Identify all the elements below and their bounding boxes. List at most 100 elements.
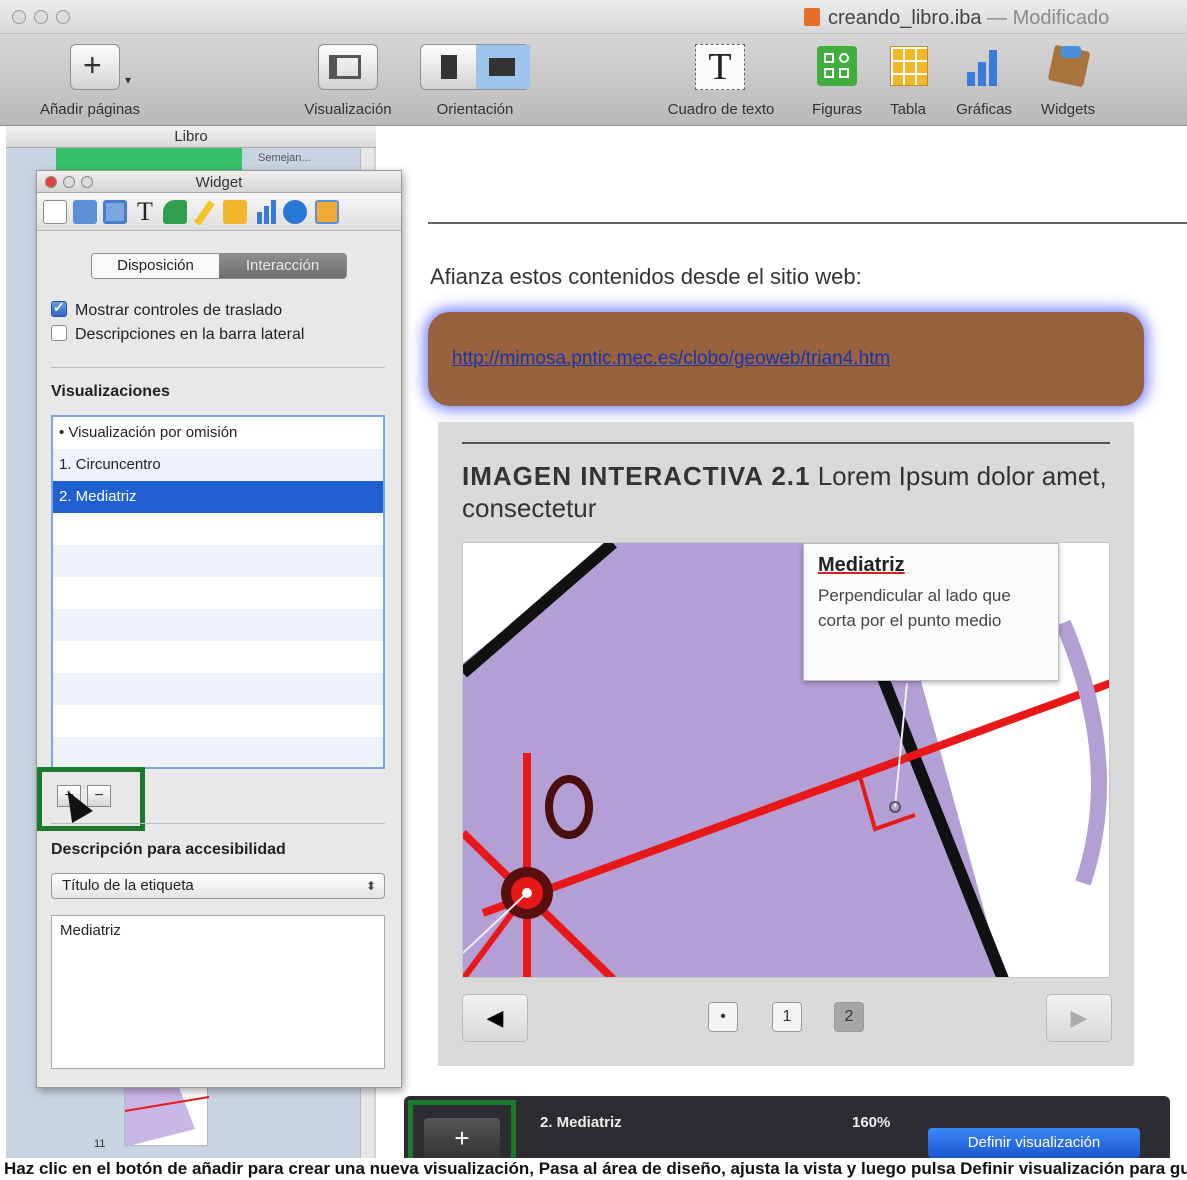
website-link[interactable]: http://mimosa.pntic.mec.es/clobo/geoweb/… — [452, 348, 890, 370]
close-window-button[interactable] — [12, 10, 26, 24]
caption-text: Haz clic en el botón de añadir para crea… — [4, 1159, 1187, 1178]
widget-label: IMAGEN INTERACTIVA 2.1 — [462, 461, 811, 491]
minimize-window-button[interactable] — [34, 10, 48, 24]
document-icon — [804, 8, 820, 26]
toolbar: + ▾ Añadir páginas Visualización Orienta… — [0, 34, 1187, 126]
chart-inspector-icon[interactable] — [253, 200, 277, 224]
shapes-button[interactable]: Figuras — [802, 44, 872, 118]
view-button[interactable]: Visualización — [290, 44, 406, 118]
segment-layout[interactable]: Disposición — [92, 254, 219, 278]
checkbox-checked-icon[interactable] — [51, 299, 67, 317]
remove-visualization-button[interactable]: − — [87, 785, 111, 807]
default-view-button[interactable]: • — [708, 1002, 738, 1032]
interactive-image[interactable]: Mediatriz Perpendicular al lado que cort… — [462, 542, 1110, 978]
window-title-separator: — — [987, 7, 1007, 29]
widgets-button[interactable]: Widgets — [1030, 44, 1106, 118]
text-box-label: Cuadro de texto — [667, 101, 775, 118]
intro-text: Afianza estos contenidos desde el sitio … — [430, 264, 862, 289]
caption-strip: Haz clic en el botón de añadir para crea… — [0, 1158, 1187, 1180]
view-1-button[interactable]: 1 — [772, 1002, 802, 1032]
window-title: creando_libro.iba — Modificado — [804, 7, 1109, 30]
accessibility-heading: Descripción para accesibilidad — [51, 841, 286, 858]
hud-add-button[interactable]: + — [424, 1118, 500, 1160]
document-inspector-icon[interactable] — [43, 200, 67, 224]
empty-row — [53, 609, 383, 641]
checkbox-label: Descripciones en la barra lateral — [75, 326, 305, 343]
arrow-right-icon: ▶ — [1070, 1005, 1088, 1030]
charts-button[interactable]: Gráficas — [944, 44, 1024, 118]
view-label: Visualización — [304, 101, 392, 118]
callout-popover[interactable]: Mediatriz Perpendicular al lado que cort… — [803, 543, 1059, 681]
dot-icon: • — [720, 1008, 726, 1025]
empty-row — [53, 737, 383, 767]
window-titlebar: creando_libro.iba — Modificado — [0, 0, 1187, 34]
checkbox-show-nav-controls[interactable]: Mostrar controles de traslado — [51, 299, 282, 320]
arrow-left-icon: ◀ — [486, 1005, 504, 1030]
orientation-label: Orientación — [436, 101, 514, 118]
checkbox-sidebar-descriptions[interactable]: Descripciones en la barra lateral — [51, 325, 304, 344]
charts-label: Gráficas — [956, 101, 1012, 118]
interactive-image-widget[interactable]: IMAGEN INTERACTIVA 2.1 Lorem Ipsum dolor… — [438, 422, 1134, 1066]
orientation-button[interactable]: Orientación — [418, 44, 532, 118]
list-item[interactable]: • Visualización por omisión — [53, 417, 383, 449]
accessibility-select[interactable]: Título de la etiqueta ⬍ — [51, 873, 385, 899]
shapes-icon — [815, 44, 859, 90]
text-inspector-icon[interactable]: T — [133, 199, 157, 225]
accessibility-text-field[interactable]: Mediatriz — [51, 915, 385, 1069]
table-inspector-icon[interactable] — [223, 200, 247, 224]
previous-button[interactable]: ◀ — [462, 994, 528, 1042]
checkbox-unchecked-icon[interactable] — [51, 325, 67, 341]
window-title-status: Modificado — [1012, 7, 1110, 29]
empty-row — [53, 545, 383, 577]
divider — [51, 367, 385, 368]
empty-row — [53, 577, 383, 609]
empty-row — [53, 641, 383, 673]
divider — [51, 823, 385, 824]
hud-zoom-level: 160% — [852, 1114, 891, 1131]
zoom-window-button[interactable] — [56, 10, 70, 24]
list-item-selected[interactable]: 2. Mediatriz — [53, 481, 383, 513]
link-container[interactable]: http://mimosa.pntic.mec.es/clobo/geoweb/… — [428, 312, 1144, 406]
list-item[interactable]: 1. Circuncentro — [53, 449, 383, 481]
inspector-titlebar: Widget — [37, 171, 401, 193]
metrics-inspector-icon[interactable] — [283, 200, 307, 224]
inspector-title: Widget — [195, 174, 243, 191]
divider — [462, 442, 1110, 444]
graphic-inspector-icon[interactable] — [193, 200, 217, 226]
view-2-button[interactable]: 2 — [834, 1002, 864, 1032]
widget-inspector-icon[interactable] — [315, 200, 339, 224]
sidebar-header: Libro — [6, 126, 376, 148]
callout-title: Mediatriz — [818, 554, 905, 576]
next-button[interactable]: ▶ — [1046, 994, 1112, 1042]
text-box-button[interactable]: T Cuadro de texto — [650, 44, 792, 118]
charts-icon — [959, 44, 1009, 90]
define-visualization-button[interactable]: Definir visualización — [928, 1128, 1140, 1158]
visualizations-heading: Visualizaciones — [51, 383, 170, 400]
orientation-icon — [420, 44, 530, 90]
widgets-icon — [1043, 44, 1093, 90]
hud-visualization-name: 2. Mediatriz — [540, 1114, 622, 1131]
empty-row — [53, 705, 383, 737]
table-button[interactable]: Tabla — [880, 44, 936, 118]
wrap-inspector-icon[interactable] — [103, 200, 127, 224]
layout-inspector-icon[interactable] — [73, 200, 97, 224]
add-pages-label: Añadir páginas — [39, 101, 141, 118]
text-box-icon: T — [691, 44, 751, 90]
callout-body: Perpendicular al lado que corta por el p… — [818, 586, 1011, 630]
view-icon — [318, 44, 378, 90]
inspector-tabs: T — [37, 193, 401, 231]
page-number: 11 — [94, 1138, 106, 1150]
add-pages-button[interactable]: + ▾ Añadir páginas — [30, 44, 160, 118]
window-title-filename: creando_libro.iba — [828, 7, 982, 29]
empty-row — [53, 673, 383, 705]
shapes-inspector-icon[interactable] — [163, 200, 187, 224]
add-pages-icon: + ▾ — [70, 44, 131, 90]
table-label: Tabla — [890, 101, 926, 118]
table-icon — [886, 44, 930, 90]
widget-title: IMAGEN INTERACTIVA 2.1 Lorem Ipsum dolor… — [462, 460, 1112, 524]
page-thumbnail-label: Semejan... — [258, 152, 311, 164]
visualizations-list[interactable]: • Visualización por omisión 1. Circuncen… — [51, 415, 385, 769]
segment-interaction[interactable]: Interacción — [219, 254, 346, 278]
widget-inspector: Widget T Disposición Interacción Mostrar… — [36, 170, 402, 1088]
accessibility-select-value: Título de la etiqueta — [62, 877, 194, 894]
